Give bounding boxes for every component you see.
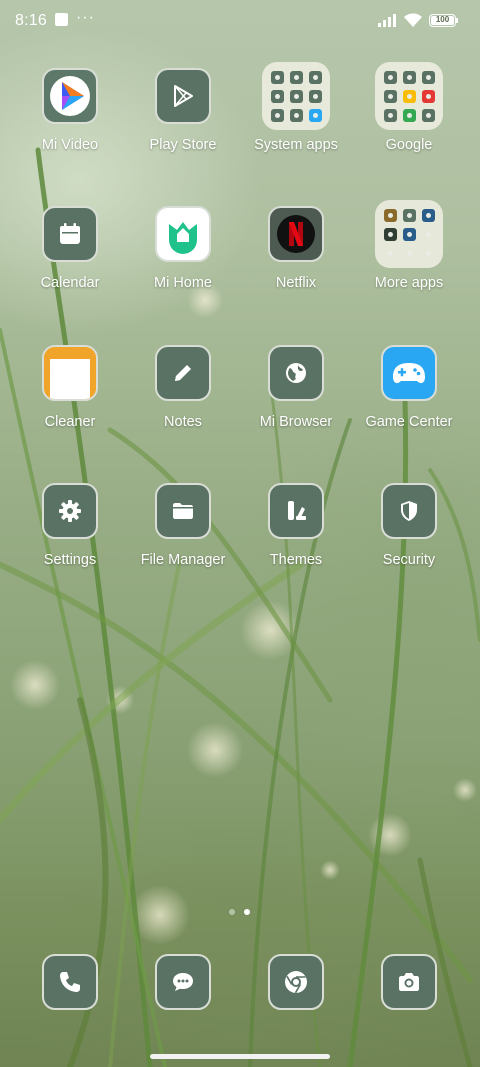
- app-label: File Manager: [140, 552, 226, 568]
- app-label: Security: [382, 552, 436, 568]
- app-settings[interactable]: Settings: [10, 483, 130, 593]
- app-label: Mi Browser: [259, 414, 333, 430]
- app-label: Settings: [43, 552, 97, 568]
- google-folder-icon: [375, 62, 443, 130]
- play-store-icon: [155, 68, 211, 124]
- app-label: Themes: [269, 552, 323, 568]
- dock-camera[interactable]: [349, 954, 469, 1064]
- app-cleaner[interactable]: Cleaner: [10, 345, 130, 455]
- app-label: Calendar: [40, 275, 100, 291]
- app-label: Netflix: [275, 275, 317, 291]
- calendar-icon: [42, 206, 98, 262]
- more-apps-folder-icon: [375, 200, 443, 268]
- folder-more-apps[interactable]: More apps: [349, 200, 469, 316]
- themes-icon: [268, 483, 324, 539]
- app-file-manager[interactable]: File Manager: [123, 483, 243, 593]
- phone-icon: [42, 954, 98, 1010]
- dock-messages[interactable]: [123, 954, 243, 1064]
- chrome-icon: [268, 954, 324, 1010]
- app-label: Mi Video: [41, 137, 99, 153]
- globe-icon: [268, 345, 324, 401]
- gear-icon: [42, 483, 98, 539]
- page-indicator: [227, 908, 253, 916]
- app-mi-video[interactable]: Mi Video: [10, 68, 130, 178]
- battery-icon: 100: [429, 14, 456, 27]
- status-bar: 8:16 ··· 100: [0, 0, 480, 44]
- dock-chrome[interactable]: [236, 954, 356, 1064]
- cleaner-icon: [42, 345, 98, 401]
- status-time: 8:16: [15, 12, 47, 29]
- app-label: Google: [385, 137, 433, 153]
- app-label: Mi Home: [153, 275, 212, 291]
- system-apps-folder-icon: [262, 62, 330, 130]
- battery-level: 100: [435, 15, 450, 24]
- netflix-icon: [268, 206, 324, 262]
- app-mi-browser[interactable]: Mi Browser: [236, 345, 356, 455]
- gesture-nav-bar[interactable]: [150, 1054, 330, 1059]
- app-label: System apps: [254, 137, 338, 153]
- app-label: Notes: [164, 414, 202, 430]
- wifi-icon: [404, 13, 422, 27]
- messages-icon: [155, 954, 211, 1010]
- folder-icon: [155, 483, 211, 539]
- app-game-center[interactable]: Game Center: [349, 345, 469, 455]
- notes-pencil-icon: [155, 345, 211, 401]
- app-label: More apps: [374, 275, 444, 291]
- app-play-store[interactable]: Play Store: [123, 68, 243, 178]
- mi-home-icon: [155, 206, 211, 262]
- folder-google[interactable]: Google: [349, 62, 469, 178]
- notification-square-icon: [55, 13, 68, 26]
- app-label: Play Store: [149, 137, 217, 153]
- app-themes[interactable]: Themes: [236, 483, 356, 593]
- app-security[interactable]: Security: [349, 483, 469, 593]
- cell-signal-icon: [378, 14, 396, 27]
- shield-icon: [381, 483, 437, 539]
- more-dots-icon: ···: [76, 9, 95, 26]
- page-dot-current: [244, 909, 250, 915]
- page-dot: [229, 909, 235, 915]
- app-label: Cleaner: [44, 414, 96, 430]
- app-calendar[interactable]: Calendar: [10, 206, 130, 316]
- mi-video-icon: [42, 68, 98, 124]
- app-notes[interactable]: Notes: [123, 345, 243, 455]
- app-mi-home[interactable]: Mi Home: [123, 206, 243, 316]
- app-label: Game Center: [365, 414, 453, 430]
- camera-icon: [381, 954, 437, 1010]
- app-netflix[interactable]: Netflix: [236, 206, 356, 316]
- folder-system-apps[interactable]: System apps: [236, 62, 356, 178]
- dock-phone[interactable]: [10, 954, 130, 1064]
- gamepad-icon: [381, 345, 437, 401]
